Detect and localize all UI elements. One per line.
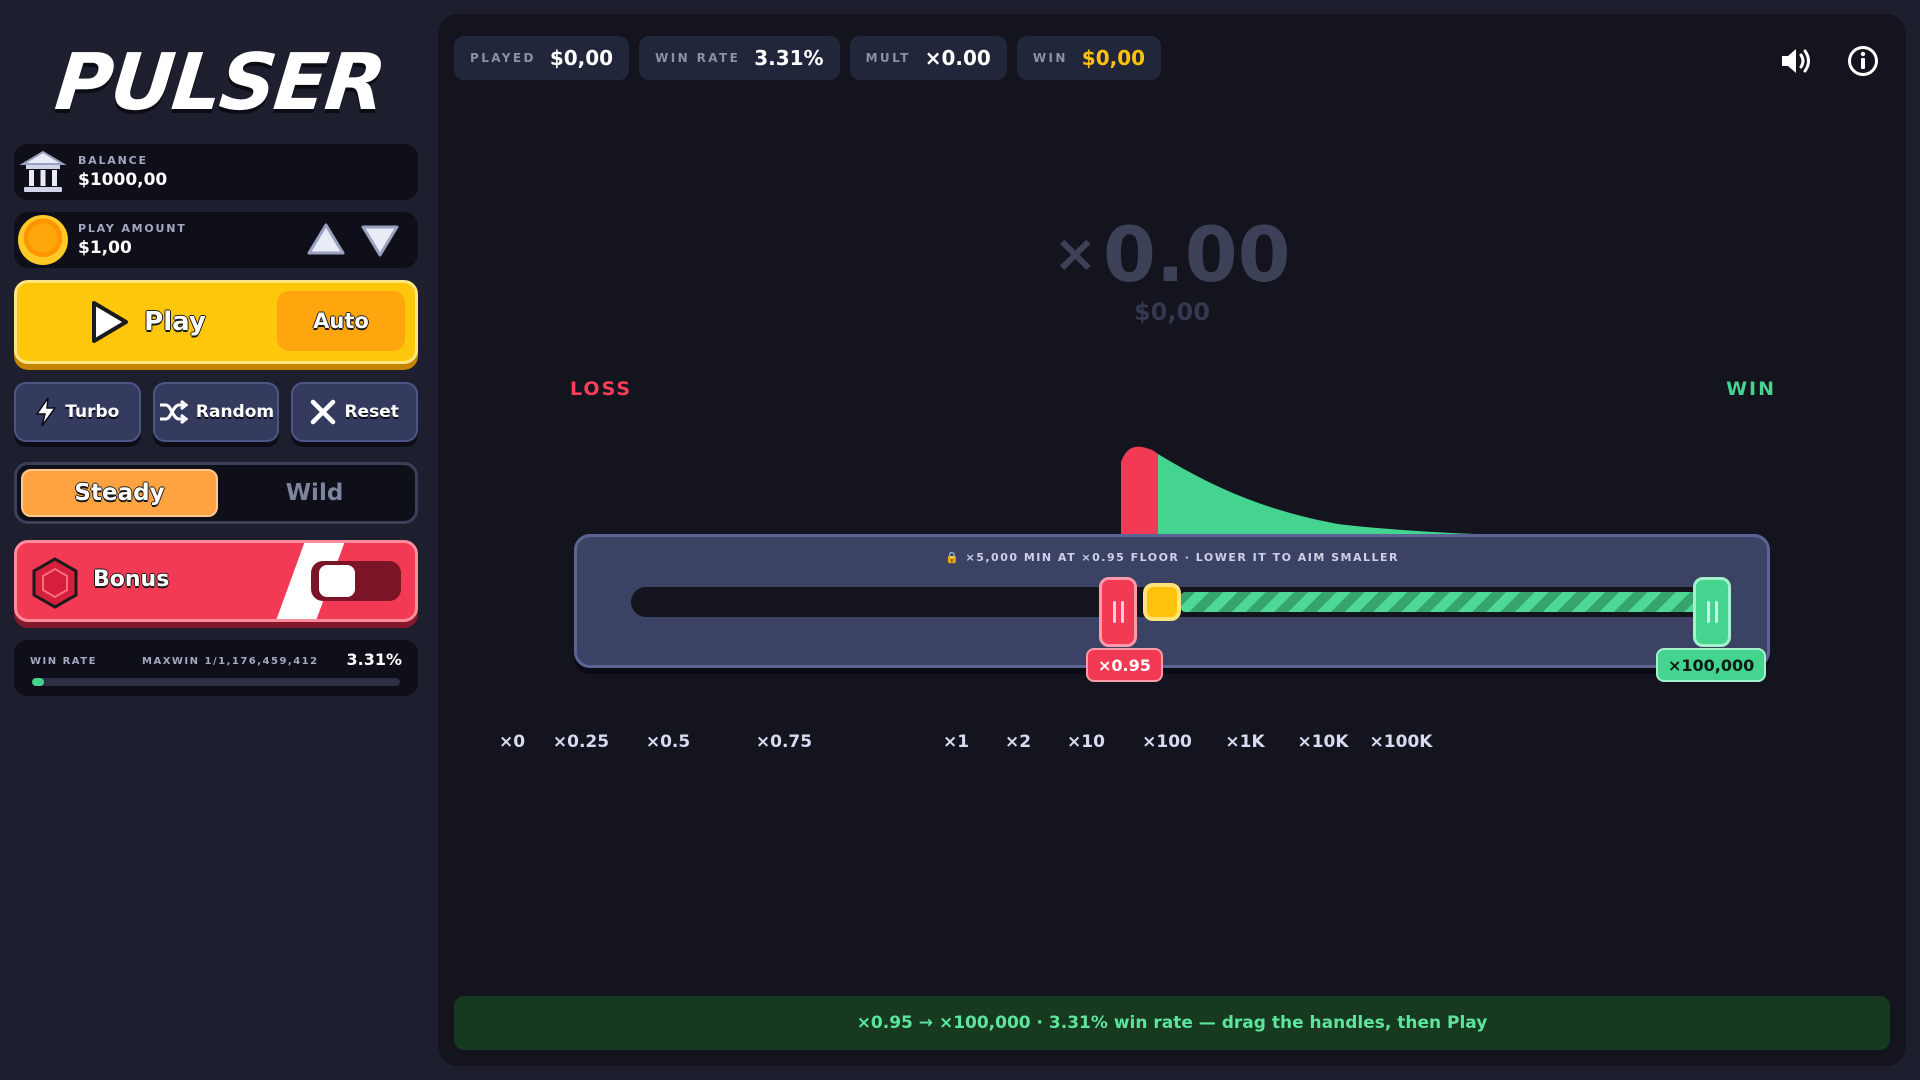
- auto-button[interactable]: Auto: [277, 291, 405, 351]
- balance-value: $1000,00: [78, 170, 168, 190]
- reset-button[interactable]: Reset: [291, 382, 419, 442]
- bonus-toggle[interactable]: [311, 561, 401, 601]
- tick-label: ×2: [1004, 732, 1032, 752]
- win-rate-bar: [32, 678, 400, 686]
- random-label: Random: [195, 402, 275, 422]
- tick-label: ×0.75: [755, 732, 813, 752]
- lightning-icon: [35, 397, 57, 427]
- coin-icon: [16, 213, 70, 267]
- tick-label: ×100: [1142, 732, 1192, 752]
- tick-label: ×0.5: [645, 732, 691, 752]
- tick-label: ×1: [942, 732, 970, 752]
- logo-text: PULSER: [51, 38, 389, 128]
- hexagon-icon: [32, 557, 78, 609]
- tick-label: ×0.25: [552, 732, 610, 752]
- play-amount-value: $1,00: [78, 238, 132, 258]
- reset-label: Reset: [344, 402, 399, 422]
- play-button[interactable]: Play: [17, 283, 277, 361]
- play-icon: [92, 301, 129, 343]
- amount-stepper: [306, 220, 400, 260]
- logo: PULSER: [51, 28, 388, 138]
- tick-label: ×10K: [1297, 732, 1349, 752]
- play-amount-label: PLAY AMOUNT: [78, 222, 187, 235]
- play-controls: Play Auto: [14, 280, 418, 364]
- game-area: PLAYED $0,00 WIN RATE 3.31% MULT ×0.00 W…: [438, 14, 1906, 1066]
- shuffle-icon: [159, 399, 188, 425]
- auto-label: Auto: [313, 309, 369, 333]
- balance-label: BALANCE: [78, 154, 148, 167]
- utility-buttons: Turbo Random Reset: [14, 382, 419, 444]
- balance-panel: BALANCE $1000,00: [14, 144, 418, 200]
- tick-label: ×100K: [1369, 732, 1433, 752]
- maxwin-label: MAXWIN 1/1,176,459,412: [142, 656, 319, 667]
- increase-amount-button[interactable]: [306, 220, 346, 260]
- bank-icon: [16, 145, 70, 199]
- tick-label: ×1K: [1225, 732, 1265, 752]
- steady-label: Steady: [74, 480, 165, 506]
- status-bar: ×0.95 → ×100,000 · 3.31% win rate — drag…: [454, 996, 1890, 1050]
- tick-label: ×10: [1067, 732, 1105, 752]
- turbo-button[interactable]: Turbo: [14, 382, 141, 442]
- wild-label: Wild: [285, 480, 344, 506]
- random-button[interactable]: Random: [152, 382, 280, 442]
- tick-label: ×0: [498, 732, 526, 752]
- triangle-up-icon: [307, 223, 345, 255]
- play-label: Play: [144, 307, 206, 337]
- bonus-button[interactable]: Bonus: [14, 540, 418, 622]
- tab-steady[interactable]: Steady: [21, 469, 218, 517]
- tick-labels: ×0 ×0.25 ×0.5 ×0.75 ×1 ×2 ×10 ×100 ×1K ×10K ×100K: [438, 14, 1906, 1066]
- tab-wild[interactable]: Wild: [218, 469, 411, 517]
- win-rate-label: WIN RATE: [30, 656, 97, 667]
- sidebar: PULSER BALANCE $1000,00 PLAY AMOUNT $1,0…: [14, 14, 419, 1064]
- triangle-down-icon: [361, 225, 399, 257]
- play-amount-panel: PLAY AMOUNT $1,00: [14, 212, 418, 268]
- bonus-label: Bonus: [93, 567, 170, 592]
- win-rate-bar-fill: [32, 678, 45, 686]
- turbo-label: Turbo: [65, 402, 120, 422]
- mode-toggle: Steady Wild: [14, 462, 418, 524]
- close-icon: [311, 399, 336, 425]
- win-rate-stats: WIN RATE MAXWIN 1/1,176,459,412 3.31%: [14, 640, 418, 696]
- decrease-amount-button[interactable]: [360, 220, 400, 260]
- win-rate-value: 3.31%: [346, 650, 402, 669]
